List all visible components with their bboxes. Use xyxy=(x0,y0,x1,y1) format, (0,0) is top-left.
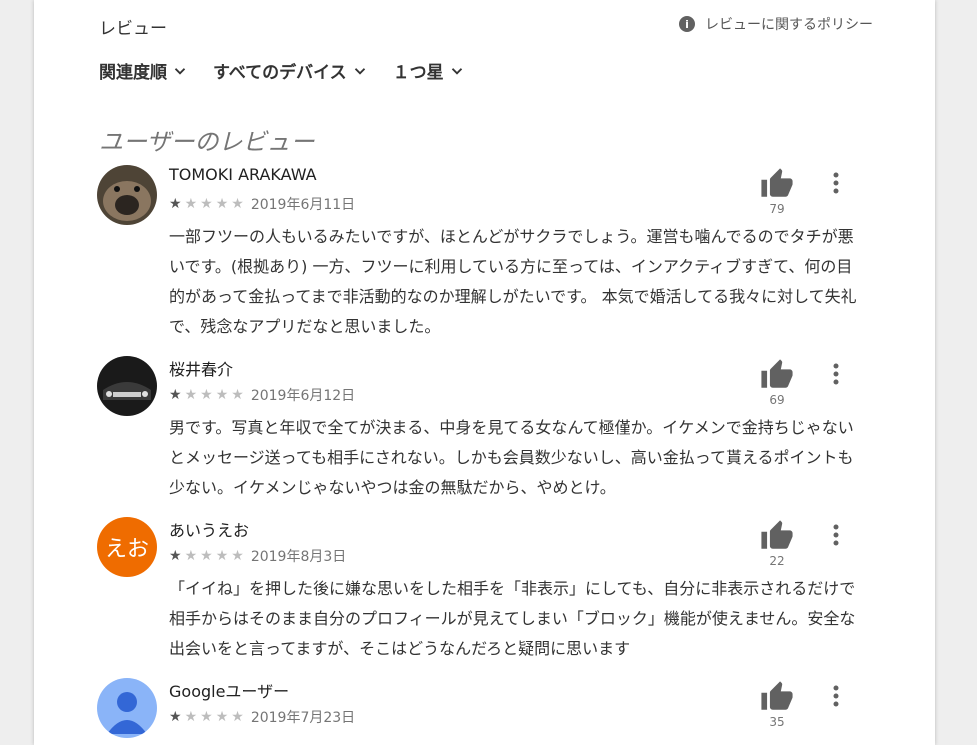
star-icon: ★ xyxy=(184,548,198,564)
star-icon: ★ xyxy=(169,548,182,564)
sort-label: 関連度順 xyxy=(99,63,167,83)
star-icon: ★ xyxy=(231,548,244,564)
review-text: 男です。写真と年収で全てが決まる、中身を見てる女なんて極僅か。イケメンで金持ちじ… xyxy=(169,418,854,497)
thumbs-up-icon[interactable] xyxy=(760,519,794,553)
like-count: 79 xyxy=(769,202,785,216)
more-vert-icon[interactable] xyxy=(826,683,846,709)
review-author: Googleユーザー xyxy=(169,682,290,701)
star-rating: ★ ★ ★ ★ ★ 2019年7月23日 xyxy=(169,707,355,727)
star-icon: ★ xyxy=(169,387,182,403)
avatar xyxy=(97,356,157,416)
star-icon: ★ xyxy=(200,548,213,564)
device-label: すべてのデバイス xyxy=(213,63,347,83)
star-icon: ★ xyxy=(231,196,244,212)
avatar: えお xyxy=(97,517,157,577)
like-count: 69 xyxy=(769,393,785,407)
filter-bar: 関連度順 すべてのデバイス １つ星 xyxy=(99,58,490,83)
star-icon: ★ xyxy=(215,709,229,725)
star-icon: ★ xyxy=(200,196,213,212)
star-icon: ★ xyxy=(215,548,229,564)
star-rating: ★ ★ ★ ★ ★ 2019年6月11日 xyxy=(169,194,355,214)
chevron-down-icon xyxy=(174,67,186,75)
star-icon: ★ xyxy=(169,196,182,212)
policy-link[interactable]: i レビューに関するポリシー xyxy=(679,14,873,34)
page-title: レビュー xyxy=(99,19,167,39)
star-icon: ★ xyxy=(184,387,198,403)
review-text: 「イイね」を押した後に嫌な思いをした相手を「非表示」にしても、自分に非表示される… xyxy=(169,579,856,658)
thumbs-up-icon[interactable] xyxy=(760,167,794,201)
rating-dropdown[interactable]: １つ星 xyxy=(393,58,466,83)
review-author: 桜井春介 xyxy=(169,360,234,379)
star-icon: ★ xyxy=(184,709,198,725)
star-icon: ★ xyxy=(215,196,229,212)
review-author: TOMOKI ARAKAWA xyxy=(169,165,317,184)
review-date: 2019年7月23日 xyxy=(250,710,356,726)
review-author: あいうえお xyxy=(169,521,250,540)
star-icon: ★ xyxy=(200,387,213,403)
section-title: ユーザーのレビュー xyxy=(99,129,315,156)
device-dropdown[interactable]: すべてのデバイス xyxy=(213,58,369,83)
star-icon: ★ xyxy=(184,196,198,212)
sort-dropdown[interactable]: 関連度順 xyxy=(99,58,189,83)
policy-label: レビューに関するポリシー xyxy=(705,17,873,33)
more-vert-icon[interactable] xyxy=(826,170,846,196)
thumbs-up-icon[interactable] xyxy=(760,680,794,714)
review-date: 2019年6月11日 xyxy=(250,197,356,213)
avatar-initials: えお xyxy=(104,537,149,562)
review-text: 一部フツーの人もいるみたいですが、ほとんどがサクラでしょう。運営も噛んでるのでタ… xyxy=(169,227,857,336)
star-icon: ★ xyxy=(200,709,213,725)
more-vert-icon[interactable] xyxy=(826,361,846,387)
like-count: 22 xyxy=(769,554,785,568)
star-icon: ★ xyxy=(231,387,244,403)
review-date: 2019年8月3日 xyxy=(250,549,347,565)
thumbs-up-icon[interactable] xyxy=(760,358,794,392)
like-count: 35 xyxy=(769,715,785,729)
avatar xyxy=(97,165,157,225)
rating-label: １つ星 xyxy=(392,63,444,83)
star-icon: ★ xyxy=(215,387,229,403)
star-icon: ★ xyxy=(231,709,244,725)
review-date: 2019年6月12日 xyxy=(250,388,356,404)
more-vert-icon[interactable] xyxy=(826,522,846,548)
star-rating: ★ ★ ★ ★ ★ 2019年8月3日 xyxy=(169,546,346,566)
chevron-down-icon xyxy=(354,67,365,75)
reviews-card: レビュー i レビューに関するポリシー 関連度順 すべてのデバイス １つ星 ユー… xyxy=(34,0,935,745)
info-icon: i xyxy=(679,16,695,32)
star-rating: ★ ★ ★ ★ ★ 2019年6月12日 xyxy=(169,385,355,405)
chevron-down-icon xyxy=(451,67,462,75)
avatar xyxy=(97,678,157,738)
star-icon: ★ xyxy=(169,709,182,725)
